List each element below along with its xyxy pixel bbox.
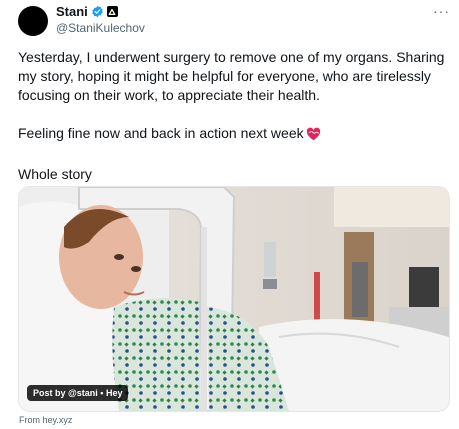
heart-icon: [306, 127, 321, 146]
source-label[interactable]: From hey.xyz: [19, 415, 72, 425]
author-name[interactable]: Stani: [56, 4, 88, 19]
post-photo[interactable]: Post by @stani • Hey: [18, 186, 450, 412]
tweet-paragraph-text: Feeling fine now and back in action next…: [18, 125, 304, 141]
tweet-text: Yesterday, I underwent surgery to remove…: [18, 48, 450, 184]
author-handle[interactable]: @StaniKulechov: [56, 21, 145, 35]
tweet-paragraph: Whole story: [18, 166, 92, 182]
media-credit-pill[interactable]: Post by @stani • Hey: [27, 385, 129, 401]
more-icon[interactable]: ···: [433, 3, 450, 19]
hospital-photo: [19, 187, 449, 411]
author-row: Stani: [56, 4, 118, 19]
affiliate-badge-icon[interactable]: [106, 6, 118, 17]
tweet-paragraph: Yesterday, I underwent surgery to remove…: [18, 49, 445, 103]
avatar[interactable]: [18, 6, 48, 36]
verified-badge-icon: [91, 5, 104, 18]
tweet-paragraph: Feeling fine now and back in action next…: [18, 124, 450, 146]
